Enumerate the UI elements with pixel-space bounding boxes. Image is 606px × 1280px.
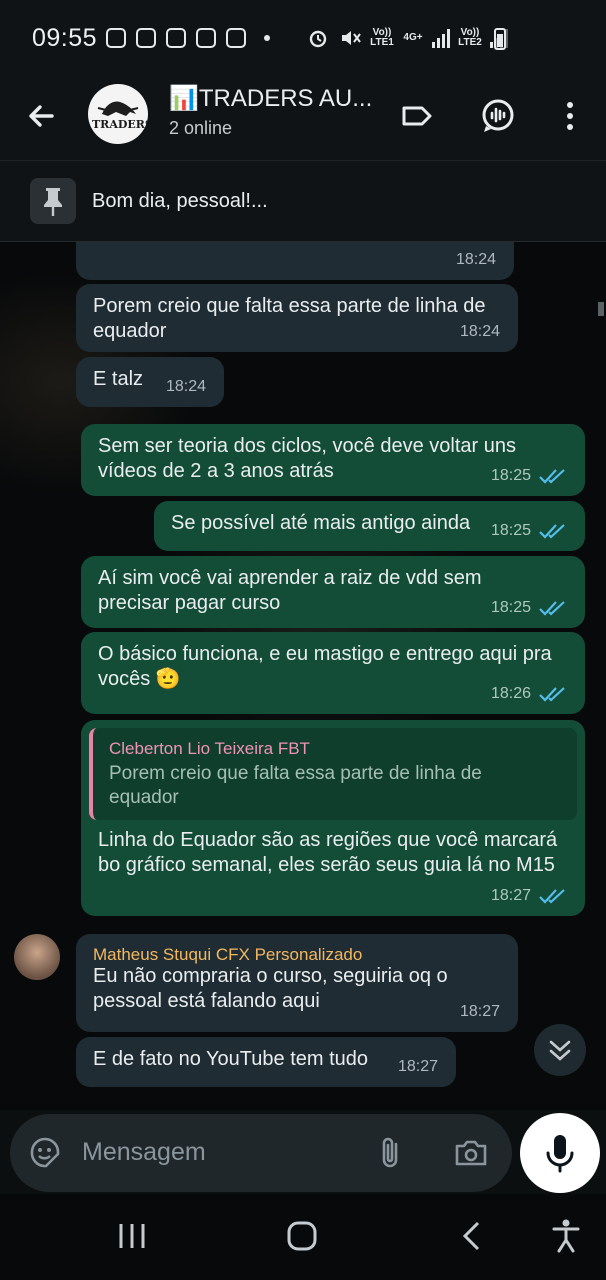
bull-logo-icon (97, 101, 139, 116)
message-text: E talz (93, 368, 144, 390)
battery-icon (494, 28, 506, 50)
back-arrow-icon[interactable] (22, 96, 62, 136)
message-text: Linha do Equador são as regiões que você… (98, 829, 558, 876)
microphone-icon (546, 1135, 574, 1173)
sender-avatar[interactable] (14, 934, 60, 980)
back-nav-icon[interactable] (452, 1216, 492, 1256)
message-bubble[interactable]: Porem creio que falta essa parte de linh… (76, 284, 518, 352)
network-type: 4G+ (403, 32, 423, 43)
message-bubble[interactable]: O básico funciona, e eu mastigo e entreg… (81, 632, 585, 714)
message-text: Porem creio que falta essa parte de linh… (93, 295, 486, 342)
message-text: Se possível até mais antigo ainda (171, 512, 471, 534)
system-icons: Vo)) LTE1 4G+ Vo)) LTE2 (306, 26, 508, 50)
message-bubble[interactable]: Aí sim você vai aprender a raiz de vdd s… (81, 556, 585, 628)
status-bar: 09:55 Vo)) LTE1 4G+ Vo)) LTE2 (0, 0, 606, 76)
message-bubble[interactable]: Sem ser teoria dos ciclos, você deve vol… (81, 424, 585, 496)
mute-icon (342, 31, 361, 45)
sticker-emoji-icon[interactable] (26, 1134, 64, 1172)
online-count: 2 online (169, 118, 233, 138)
read-ticks-icon (539, 523, 565, 539)
instagram-icon (136, 28, 156, 48)
chat-header: TRADERS 📊TRADERS AU... 2 online (0, 76, 606, 161)
lte2-label: Vo)) LTE2 (458, 27, 482, 48)
quoted-text: Porem creio que falta essa parte de linh… (109, 763, 482, 808)
message-bubble[interactable]: Se possível até mais antigo ainda 18:25 (154, 501, 585, 551)
message-time: 18:25 (490, 599, 531, 616)
avatar-logo-text: TRADERS (92, 118, 148, 131)
clock: 09:55 (32, 24, 98, 52)
threads-icon (166, 28, 186, 48)
pinned-text: Bom dia, pessoal!... (92, 190, 268, 212)
voice-record-button[interactable] (520, 1113, 600, 1193)
message-bubble[interactable]: 18:24 (76, 242, 514, 280)
message-bubble[interactable]: E talz 18:24 (76, 357, 224, 407)
scroll-to-bottom-button[interactable] (534, 1024, 586, 1076)
pinned-message-bar[interactable]: Bom dia, pessoal!... (0, 161, 606, 242)
message-time: 18:24 (455, 251, 496, 268)
message-time: 18:25 (490, 467, 531, 484)
message-text: Sem ser teoria dos ciclos, você deve vol… (98, 435, 516, 482)
message-time: 18:27 (490, 887, 531, 904)
scroll-indicator[interactable] (598, 302, 604, 316)
lte1-label: Vo)) LTE1 (370, 27, 394, 48)
system-navigation-bar (0, 1194, 606, 1280)
read-ticks-icon (539, 468, 565, 484)
message-time: 18:25 (490, 522, 531, 539)
more-dot-icon (264, 35, 270, 41)
voice-chat-icon[interactable] (478, 96, 518, 136)
message-time: 18:24 (165, 378, 206, 395)
message-input[interactable]: Mensagem (82, 1138, 206, 1167)
voicemail-icon (196, 28, 216, 48)
quoted-message[interactable]: Cleberton Lio Teixeira FBT Porem creio q… (89, 728, 577, 820)
message-text: Eu não compraria o curso, seguiria oq o … (93, 965, 448, 1012)
notification-icons (106, 28, 270, 48)
alarm-icon (309, 30, 327, 48)
pin-icon (44, 188, 62, 216)
group-title[interactable]: 📊TRADERS AU... (169, 84, 372, 113)
message-time: 18:27 (459, 1003, 500, 1020)
double-chevron-down-icon (549, 1040, 571, 1061)
message-text: Aí sim você vai aprender a raiz de vdd s… (98, 567, 482, 614)
read-ticks-icon (539, 686, 565, 702)
accessibility-icon[interactable] (546, 1216, 586, 1256)
group-avatar[interactable]: TRADERS (88, 84, 148, 144)
message-bubble[interactable]: Matheus Stuqui CFX Personalizado Eu não … (76, 934, 518, 1032)
read-ticks-icon (539, 888, 565, 904)
reply-message-bubble[interactable]: Cleberton Lio Teixeira FBT Porem creio q… (81, 720, 585, 916)
chat-area[interactable]: A PRECISÃO DO FUTURO 18:24 Porem creio q… (0, 242, 606, 1110)
quoted-sender: Cleberton Lio Teixeira FBT (109, 739, 310, 758)
message-icon (106, 28, 126, 48)
signal1-icon (432, 28, 450, 48)
message-time: 18:24 (459, 323, 500, 340)
message-bubble[interactable]: E de fato no YouTube tem tudo 18:27 (76, 1037, 456, 1087)
pin-box (30, 178, 76, 224)
read-ticks-icon (539, 600, 565, 616)
message-time: 18:26 (490, 685, 531, 702)
camera-icon[interactable] (452, 1134, 490, 1172)
home-icon[interactable] (282, 1216, 322, 1256)
message-composer[interactable]: Mensagem (10, 1114, 512, 1192)
more-options-icon[interactable] (550, 96, 590, 136)
message-time: 18:27 (397, 1058, 438, 1075)
message-text: E de fato no YouTube tem tudo (93, 1048, 369, 1070)
recent-apps-icon[interactable] (112, 1216, 152, 1256)
instagram-icon (226, 28, 246, 48)
attach-icon[interactable] (372, 1134, 410, 1172)
label-icon[interactable] (396, 96, 436, 136)
